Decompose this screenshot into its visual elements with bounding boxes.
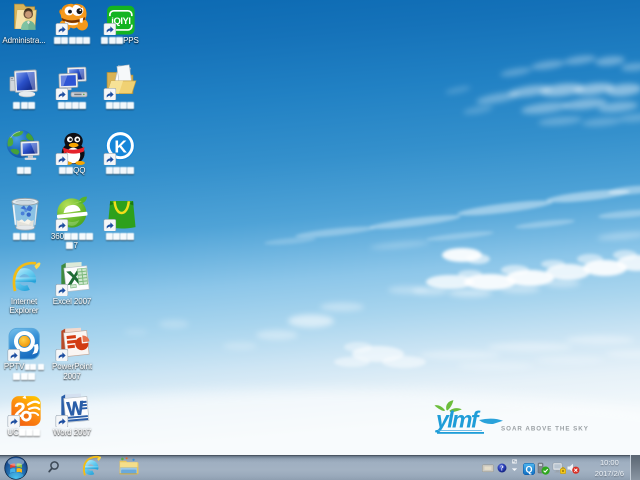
- svg-text:SOAR ABOVE THE SKY: SOAR ABOVE THE SKY: [501, 426, 589, 433]
- svg-text:ylmf: ylmf: [435, 407, 481, 433]
- svg-text:Q: Q: [525, 464, 532, 474]
- svg-text:?: ?: [500, 465, 504, 472]
- svg-text:K: K: [114, 136, 127, 156]
